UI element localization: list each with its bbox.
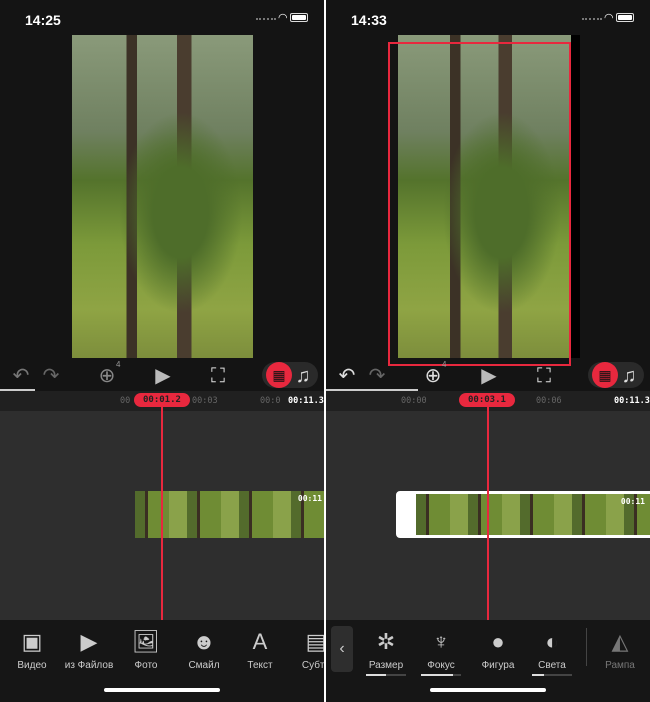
tool-label: Смайл: [188, 660, 220, 671]
home-indicator[interactable]: [430, 688, 546, 692]
clip-count-badge: 4: [442, 360, 447, 369]
folder-play-icon: ▶: [80, 629, 98, 654]
ramp-icon: ◭: [611, 629, 629, 654]
home-button[interactable]: [8, 40, 32, 64]
light-icon: ◐: [545, 629, 559, 654]
cellular-signal-icon: [582, 18, 602, 21]
time-tick: 00: [120, 396, 131, 406]
tool-subtitles[interactable]: ▤ Субти: [284, 628, 324, 671]
total-duration: 00:11.3: [614, 396, 650, 406]
video-clip[interactable]: 00:11: [135, 491, 324, 538]
time-tick: 00:0: [260, 396, 281, 406]
share-button[interactable]: [292, 40, 316, 64]
clip-duration: 00:11: [297, 494, 322, 503]
more-options-button[interactable]: [262, 40, 286, 64]
share-button[interactable]: [618, 40, 642, 64]
fullscreen-button[interactable]: ⛶: [531, 364, 557, 388]
tool-label: Видео: [17, 660, 47, 671]
photo-icon: 🖼: [132, 629, 160, 654]
total-duration: 00:11.3: [288, 396, 324, 406]
text-icon: A: [252, 629, 268, 654]
tool-slider[interactable]: [421, 674, 461, 676]
audio-track-button[interactable]: ♫: [290, 364, 316, 388]
wifi-icon: ◠: [604, 12, 614, 24]
video-track-button[interactable]: ▦: [266, 362, 292, 388]
time-tick: 00:06: [536, 396, 562, 406]
status-time: 14:25: [25, 12, 61, 28]
more-options-button[interactable]: [588, 40, 612, 64]
clip-count-badge: 4: [116, 360, 121, 369]
crop-frame[interactable]: [388, 42, 571, 366]
tool-label: из Файлов: [64, 660, 114, 671]
clip-duration: 00:11: [620, 497, 645, 506]
cellular-signal-icon: [256, 18, 276, 21]
video-clip[interactable]: 00:11: [396, 491, 650, 538]
tulip-icon: ♆: [432, 629, 450, 654]
clip-trim-handle[interactable]: [403, 502, 407, 527]
redo-button[interactable]: ↷: [38, 364, 64, 388]
undo-button[interactable]: ↶: [334, 364, 360, 388]
battery-icon: [616, 13, 634, 22]
time-tick: 00:03: [192, 396, 218, 406]
editor-screen-left: 14:25 ◠ ↶ ↷ ⊕ 4 ▶ ⛶ ▦ ♫ 00 00:03 00:0 00:11.3 00:11 00:…: [0, 0, 324, 702]
tool-label: Фокус: [427, 660, 455, 671]
tool-light[interactable]: ◐ Света: [520, 628, 584, 676]
tool-label: Субти: [301, 660, 324, 671]
current-time-badge: 00:03.1: [459, 393, 515, 407]
fullscreen-button[interactable]: ⛶: [205, 364, 231, 388]
tool-label: Текст: [247, 660, 273, 671]
current-time-badge: 00:01.2: [134, 393, 190, 407]
video-preview[interactable]: [72, 35, 253, 358]
toolbar-separator: [586, 628, 587, 666]
battery-icon: [290, 13, 308, 22]
emoji-icon: ☻: [192, 629, 216, 654]
tool-label: Света: [538, 660, 566, 671]
redo-button[interactable]: ↷: [364, 364, 390, 388]
editor-screen-right: 14:33 ◠ ↶ ↷ ⊕ 4 ▶ ⛶ ▦ ♫ 00:00 00:06 00:11.3 00:11 00:0…: [326, 0, 650, 702]
playhead[interactable]: [487, 406, 489, 620]
wifi-icon: ◠: [278, 12, 288, 24]
tool-video[interactable]: ▣ Видео: [0, 628, 64, 671]
play-button[interactable]: ▶: [476, 364, 502, 388]
tool-photo[interactable]: 🖼 Фото: [114, 628, 178, 671]
tool-emoji[interactable]: ☻ Смайл: [172, 628, 236, 671]
subtitles-icon: ▤: [305, 629, 324, 654]
tool-label: Фото: [134, 660, 158, 671]
home-button[interactable]: [334, 40, 358, 64]
undo-button[interactable]: ↶: [8, 364, 34, 388]
tool-ramp[interactable]: ◭ Рампа: [588, 628, 650, 671]
audio-track-button[interactable]: ♫: [616, 364, 642, 388]
tool-slider[interactable]: [366, 674, 406, 676]
play-button[interactable]: ▶: [150, 364, 176, 388]
playhead[interactable]: [161, 406, 163, 620]
video-icon: ▣: [21, 629, 43, 654]
status-time: 14:33: [351, 12, 387, 28]
time-tick: 00:00: [401, 396, 427, 406]
home-indicator[interactable]: [104, 688, 220, 692]
video-track-button[interactable]: ▦: [592, 362, 618, 388]
tool-text[interactable]: A Текст: [228, 628, 292, 671]
tool-slider[interactable]: [532, 674, 572, 676]
tool-label: Рампа: [605, 660, 635, 671]
tool-folder-play[interactable]: ▶ из Файлов: [57, 628, 121, 671]
tool-tulip[interactable]: ♆ Фокус: [409, 628, 473, 676]
toolbar-back-button[interactable]: ‹: [331, 626, 353, 672]
